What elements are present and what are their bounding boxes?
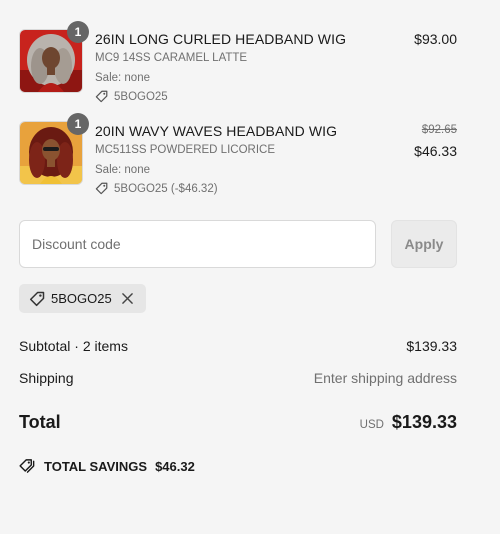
item-variant: MC9 14SS CARAMEL LATTE	[95, 52, 248, 64]
line-item: 1 26IN LONG CURLED HEADBAND WIG MC9 14SS…	[19, 21, 457, 103]
item-discount-code: 5BOGO25	[114, 90, 168, 103]
shipping-label: Shipping	[19, 370, 74, 386]
shipping-value: Enter shipping address	[313, 370, 457, 386]
item-title: 26IN LONG CURLED HEADBAND WIG	[95, 31, 347, 47]
applied-discount-code: 5BOGO25	[51, 291, 112, 306]
tag-icon	[95, 90, 108, 103]
shipping-row: Shipping Enter shipping address	[19, 370, 457, 386]
total-savings: TOTAL SAVINGS $46.32	[19, 458, 195, 474]
line-item: 1 20IN WAVY WAVES HEADBAND WIG MC511SS P…	[19, 113, 457, 195]
total-amount-group: USD $139.33	[360, 412, 457, 433]
item-price: $46.33	[414, 143, 457, 159]
discount-code-input[interactable]	[19, 220, 376, 268]
item-sale: Sale: none	[95, 164, 150, 176]
apply-button[interactable]: Apply	[391, 220, 457, 268]
item-sale: Sale: none	[95, 72, 150, 84]
quantity-badge: 1	[67, 113, 89, 135]
subtotal-value: $139.33	[406, 338, 457, 354]
quantity-badge: 1	[67, 21, 89, 43]
subtotal-row: Subtotal · 2 items $139.33	[19, 338, 457, 354]
item-discount: 5BOGO25	[95, 90, 168, 103]
item-price: $93.00	[414, 31, 457, 47]
item-original-price: $92.65	[421, 124, 457, 136]
total-savings-value: $46.32	[155, 458, 195, 474]
remove-discount-button[interactable]	[120, 291, 136, 307]
tags-icon	[19, 459, 35, 473]
item-variant: MC511SS POWDERED LICORICE	[95, 144, 275, 156]
item-discount: 5BOGO25 (-$46.32)	[95, 182, 218, 195]
tag-icon	[29, 291, 45, 306]
subtotal-label: Subtotal · 2 items	[19, 338, 128, 354]
applied-discount-chip: 5BOGO25	[19, 284, 146, 313]
close-icon	[122, 293, 134, 304]
tag-icon	[95, 182, 108, 195]
total-row: Total USD $139.33	[19, 412, 457, 433]
total-savings-label: TOTAL SAVINGS	[44, 458, 148, 474]
item-discount-code: 5BOGO25 (-$46.32)	[114, 182, 218, 195]
item-title: 20IN WAVY WAVES HEADBAND WIG	[95, 123, 338, 139]
currency-code: USD	[359, 419, 384, 431]
total-label: Total	[19, 412, 61, 432]
total-value: $139.33	[391, 412, 457, 432]
